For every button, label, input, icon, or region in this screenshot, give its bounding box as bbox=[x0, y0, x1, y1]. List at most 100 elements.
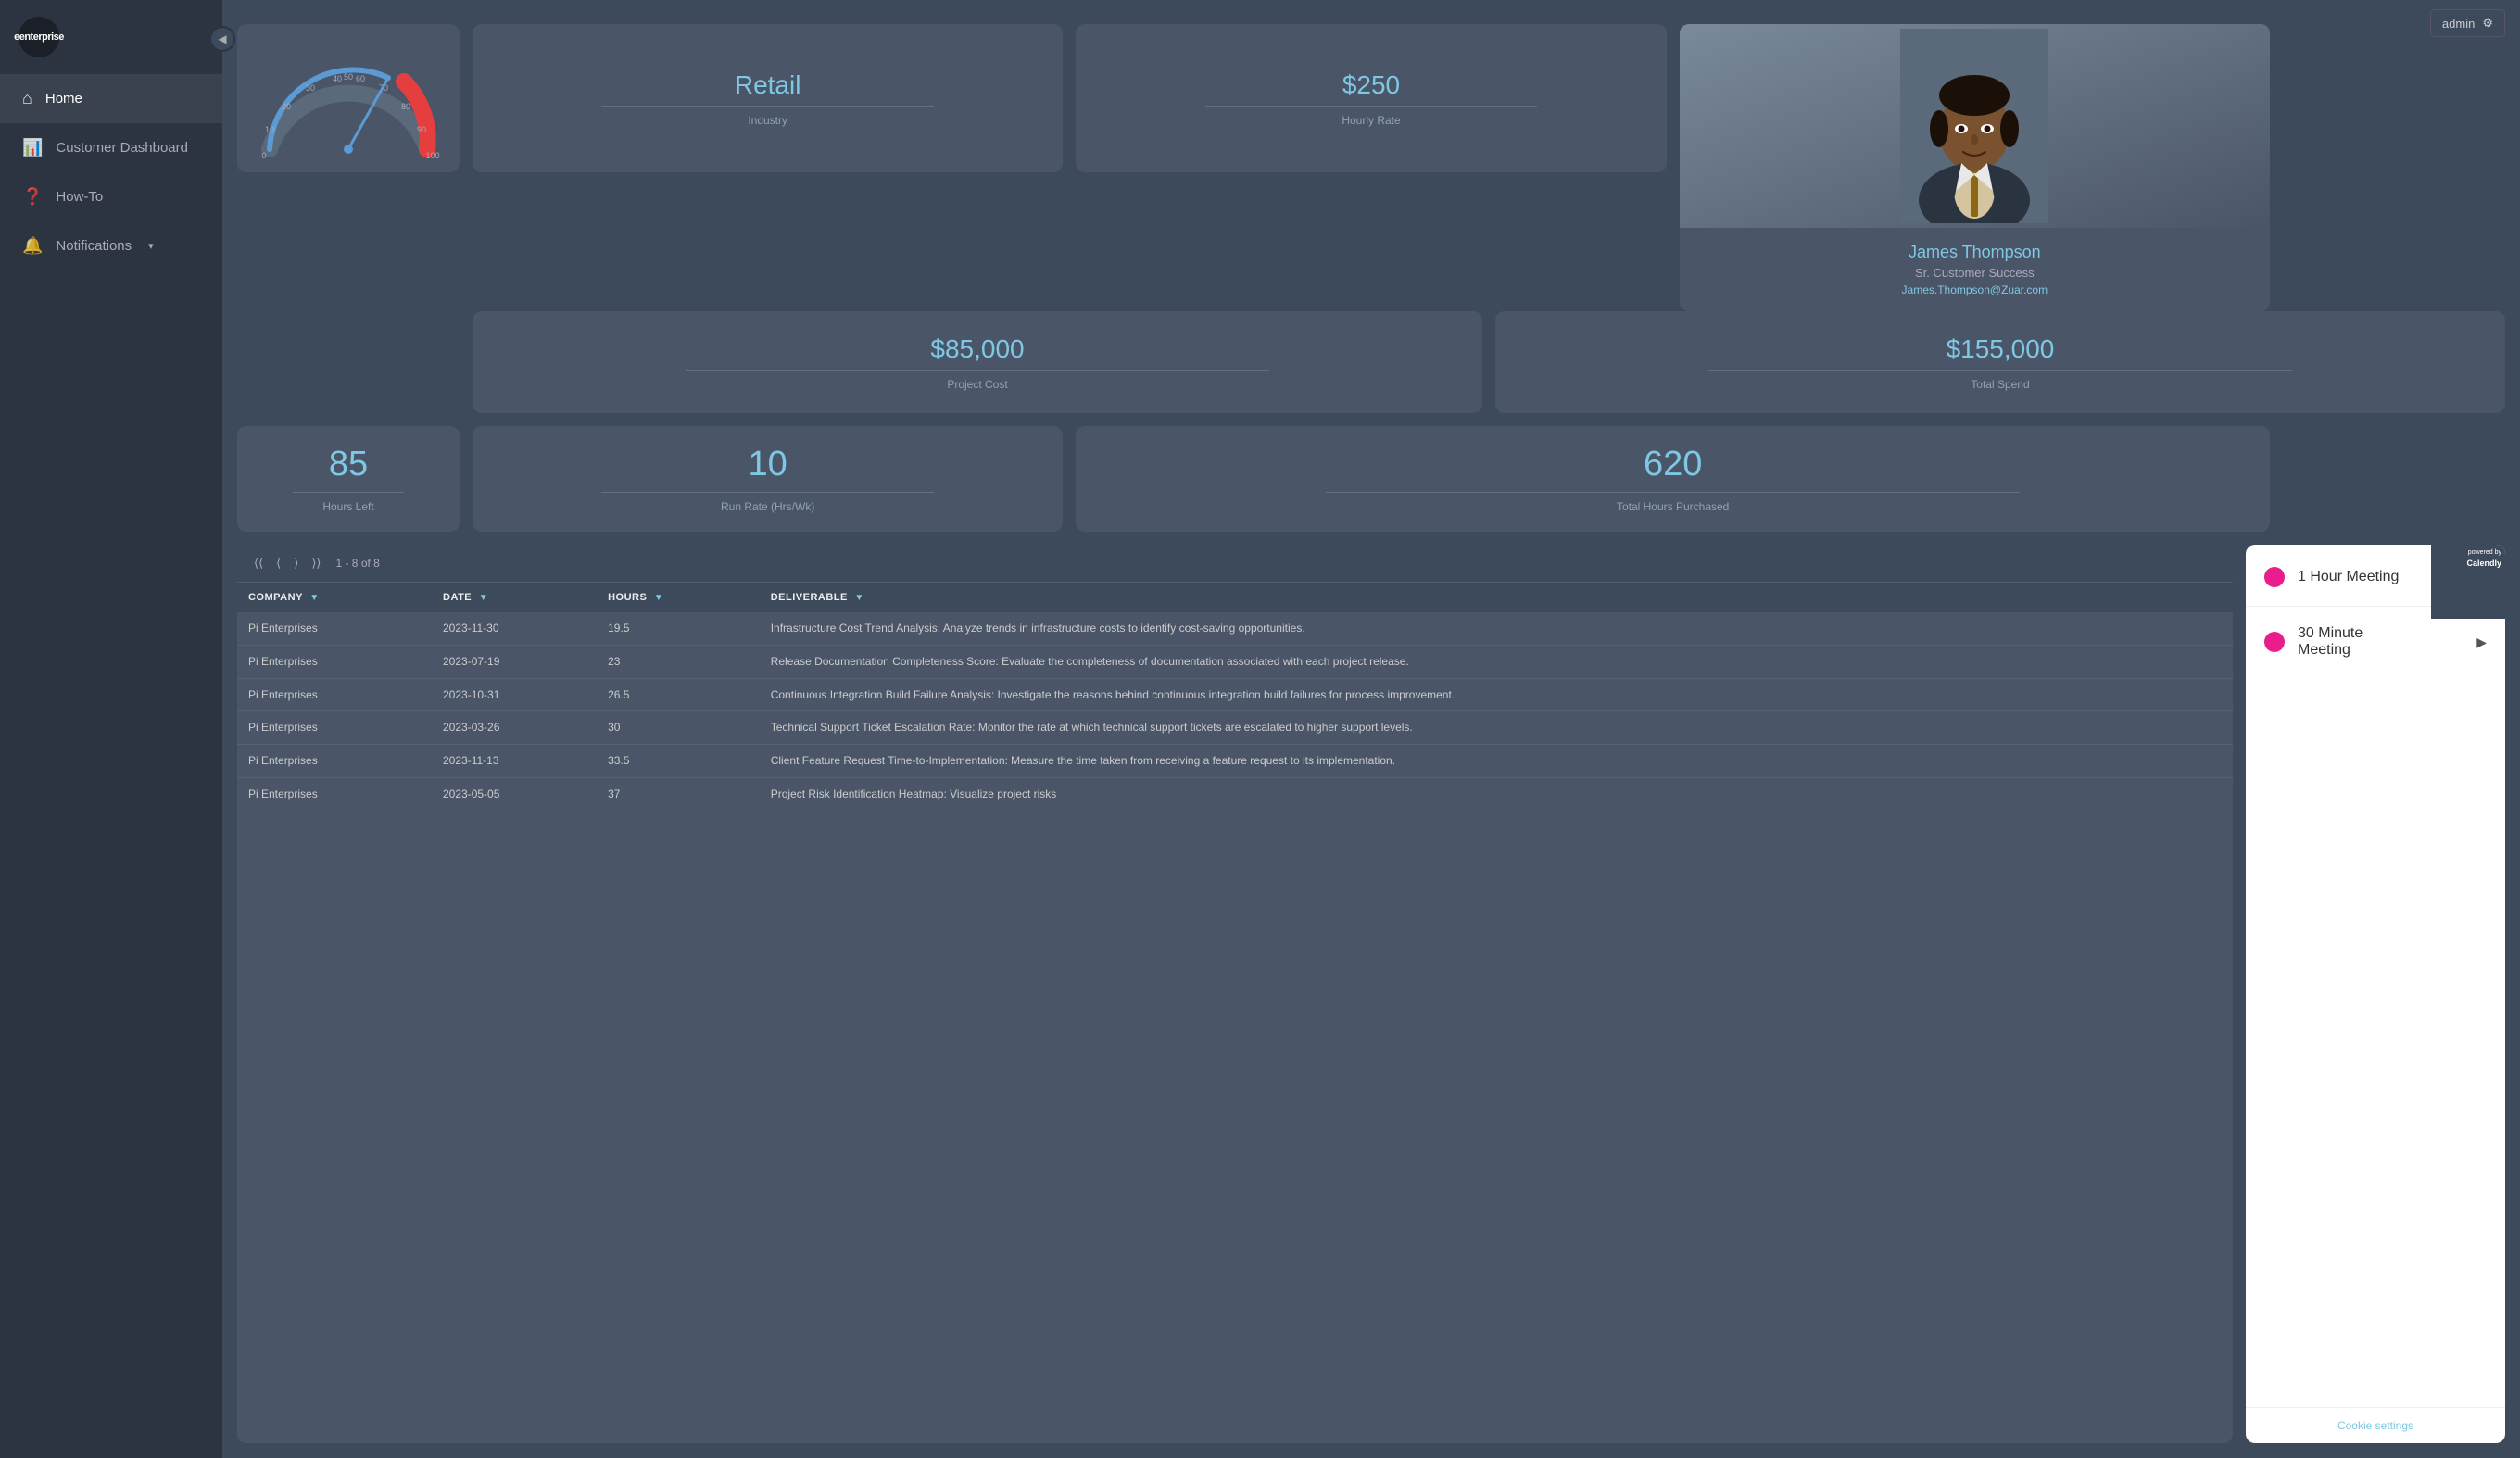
run-rate-label: Run Rate (Hrs/Wk) bbox=[721, 500, 814, 513]
thirty-min-meeting-arrow: ▶ bbox=[2476, 635, 2487, 650]
table-cell-deliverable: Technical Support Ticket Escalation Rate… bbox=[760, 711, 2233, 745]
industry-value: Retail bbox=[735, 70, 801, 100]
hours-filter-icon[interactable]: ▼ bbox=[654, 593, 663, 603]
table-cell-company: Pi Enterprises bbox=[237, 612, 432, 645]
col-date[interactable]: DATE ▼ bbox=[432, 583, 597, 612]
svg-text:50: 50 bbox=[344, 72, 353, 82]
table-cell-company: Pi Enterprises bbox=[237, 777, 432, 811]
col-date-label: DATE bbox=[443, 592, 472, 603]
svg-text:10: 10 bbox=[265, 125, 274, 134]
table-pagination: 1 - 8 of 8 bbox=[335, 557, 379, 570]
hours-left-card: 85 Hours Left bbox=[237, 426, 460, 532]
sidebar-item-how-to[interactable]: ❓ How-To bbox=[0, 172, 222, 221]
table-cell-deliverable: Infrastructure Cost Trend Analysis: Anal… bbox=[760, 612, 2233, 645]
table-cell-hours: 23 bbox=[597, 645, 760, 678]
table-cell-date: 2023-03-26 bbox=[432, 711, 597, 745]
col-company[interactable]: COMPANY ▼ bbox=[237, 583, 432, 612]
svg-text:60: 60 bbox=[356, 74, 365, 83]
total-spend-value: $155,000 bbox=[1947, 334, 2055, 364]
table-row: Pi Enterprises 2023-03-26 30 Technical S… bbox=[237, 711, 2233, 745]
table-row: Pi Enterprises 2023-10-31 26.5 Continuou… bbox=[237, 678, 2233, 711]
sidebar-item-notifications[interactable]: 🔔 Notifications ▾ bbox=[0, 221, 222, 270]
sidebar-item-home[interactable]: ⌂ Home bbox=[0, 74, 222, 123]
project-cost-card: $85,000 Project Cost bbox=[472, 311, 1482, 413]
hourly-rate-card: $250 Hourly Rate bbox=[1076, 24, 1666, 172]
sidebar-item-customer-dashboard[interactable]: 📊 Customer Dashboard bbox=[0, 123, 222, 172]
table-prev-page-button[interactable]: ⟨ bbox=[272, 554, 284, 572]
hourly-rate-value: $250 bbox=[1342, 70, 1400, 100]
sidebar-collapse-button[interactable]: ◀ bbox=[209, 26, 235, 52]
table-next-page-button[interactable]: ⟩ bbox=[290, 554, 302, 572]
gauge-card: 0 10 20 30 40 50 60 70 80 90 100 bbox=[237, 24, 460, 172]
table-cell-company: Pi Enterprises bbox=[237, 645, 432, 678]
table-row: Pi Enterprises 2023-11-30 19.5 Infrastru… bbox=[237, 612, 2233, 645]
col-deliverable-label: DELIVERABLE bbox=[771, 592, 848, 603]
total-hours-value: 620 bbox=[1644, 445, 1702, 484]
svg-text:80: 80 bbox=[401, 102, 410, 111]
sidebar-item-how-to-label: How-To bbox=[56, 189, 103, 205]
deliverable-filter-icon[interactable]: ▼ bbox=[854, 593, 863, 603]
table-toolbar: ⟨⟨ ⟨ ⟩ ⟩⟩ 1 - 8 of 8 bbox=[237, 545, 2233, 583]
table-cell-deliverable: Project Risk Identification Heatmap: Vis… bbox=[760, 777, 2233, 811]
thirty-min-meeting-label: 30 MinuteMeeting bbox=[2298, 625, 2463, 659]
thirty-min-meeting-dot bbox=[2264, 632, 2285, 652]
industry-card: Retail Industry bbox=[472, 24, 1063, 172]
hours-left-label: Hours Left bbox=[322, 500, 373, 513]
svg-text:40: 40 bbox=[333, 74, 342, 83]
home-icon: ⌂ bbox=[22, 89, 32, 108]
person-photo bbox=[1680, 24, 2270, 228]
person-name: James Thompson bbox=[1902, 243, 2048, 262]
total-hours-card: 620 Total Hours Purchased bbox=[1076, 426, 2270, 532]
thirty-min-meeting-option[interactable]: 30 MinuteMeeting ▶ bbox=[2264, 625, 2487, 659]
table-last-page-button[interactable]: ⟩⟩ bbox=[308, 554, 324, 572]
date-filter-icon[interactable]: ▼ bbox=[479, 593, 488, 603]
col-hours-label: HOURS bbox=[608, 592, 647, 603]
gear-icon: ⚙ bbox=[2482, 16, 2493, 31]
table-cell-hours: 26.5 bbox=[597, 678, 760, 711]
gauge-visual: 0 10 20 30 40 50 60 70 80 90 100 bbox=[251, 43, 446, 154]
company-filter-icon[interactable]: ▼ bbox=[309, 593, 319, 603]
table-row: Pi Enterprises 2023-07-19 23 Release Doc… bbox=[237, 645, 2233, 678]
table-cell-deliverable: Release Documentation Completeness Score… bbox=[760, 645, 2233, 678]
col-deliverable[interactable]: DELIVERABLE ▼ bbox=[760, 583, 2233, 612]
deliverables-table-card: ⟨⟨ ⟨ ⟩ ⟩⟩ 1 - 8 of 8 COMPANY ▼ bbox=[237, 545, 2233, 1443]
question-icon: ❓ bbox=[22, 187, 43, 207]
col-hours[interactable]: HOURS ▼ bbox=[597, 583, 760, 612]
table-cell-deliverable: Client Feature Request Time-to-Implement… bbox=[760, 745, 2233, 778]
bottom-section: ⟨⟨ ⟨ ⟩ ⟩⟩ 1 - 8 of 8 COMPANY ▼ bbox=[237, 545, 2505, 1443]
table-cell-company: Pi Enterprises bbox=[237, 678, 432, 711]
person-card: James Thompson Sr. Customer Success Jame… bbox=[1680, 24, 2270, 311]
svg-text:90: 90 bbox=[417, 125, 426, 134]
table-cell-company: Pi Enterprises bbox=[237, 745, 432, 778]
calendly-corner-badge: powered by Calendly bbox=[2431, 545, 2505, 619]
calendly-body: 1 Hour Meeting ▶ 30 MinuteMeeting ▶ bbox=[2246, 545, 2505, 1407]
logo-icon: eenterprise bbox=[19, 17, 59, 57]
col-company-label: COMPANY bbox=[248, 592, 303, 603]
one-hour-meeting-dot bbox=[2264, 567, 2285, 587]
person-email: James.Thompson@Zuar.com bbox=[1902, 283, 2048, 296]
total-spend-card: $155,000 Total Spend bbox=[1495, 311, 2505, 413]
table-cell-company: Pi Enterprises bbox=[237, 711, 432, 745]
calendly-brand: Calendly bbox=[2466, 558, 2501, 570]
admin-button[interactable]: admin ⚙ bbox=[2430, 9, 2505, 37]
table-row: Pi Enterprises 2023-05-05 37 Project Ris… bbox=[237, 777, 2233, 811]
calendly-card: powered by Calendly 1 Hour Meeting ▶ 30 … bbox=[2246, 545, 2505, 1443]
table-first-page-button[interactable]: ⟨⟨ bbox=[250, 554, 267, 572]
table-wrapper[interactable]: COMPANY ▼ DATE ▼ HOURS ▼ bbox=[237, 583, 2233, 1443]
run-rate-value: 10 bbox=[749, 445, 788, 484]
table-cell-hours: 37 bbox=[597, 777, 760, 811]
svg-text:100: 100 bbox=[425, 151, 439, 160]
notifications-dropdown-icon: ▾ bbox=[148, 240, 154, 252]
svg-text:30: 30 bbox=[306, 83, 315, 93]
hourly-rate-label: Hourly Rate bbox=[1342, 114, 1400, 127]
deliverables-table: COMPANY ▼ DATE ▼ HOURS ▼ bbox=[237, 583, 2233, 811]
table-cell-date: 2023-05-05 bbox=[432, 777, 597, 811]
table-cell-hours: 19.5 bbox=[597, 612, 760, 645]
total-spend-label: Total Spend bbox=[1971, 378, 2029, 391]
sidebar-item-notifications-label: Notifications bbox=[56, 238, 132, 254]
cookie-settings-link[interactable]: Cookie settings bbox=[2246, 1407, 2505, 1443]
table-cell-date: 2023-07-19 bbox=[432, 645, 597, 678]
svg-text:20: 20 bbox=[282, 102, 291, 111]
table-cell-hours: 33.5 bbox=[597, 745, 760, 778]
bell-icon: 🔔 bbox=[22, 236, 43, 256]
